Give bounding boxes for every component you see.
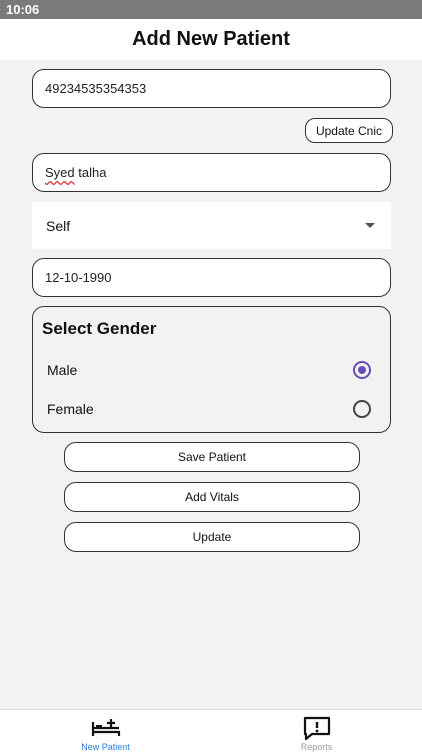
dob-input[interactable]	[45, 270, 390, 285]
update-button[interactable]: Update	[64, 522, 360, 552]
status-bar: 10:06	[0, 0, 422, 19]
bottom-nav: New Patient Reports	[0, 709, 422, 752]
bed-plus-icon	[91, 716, 121, 740]
save-patient-button[interactable]: Save Patient	[64, 442, 360, 472]
app-bar: Add New Patient	[0, 19, 422, 60]
gender-option-label: Female	[47, 401, 94, 417]
nav-item-new-patient[interactable]: New Patient	[0, 710, 211, 752]
name-first-word: Syed	[45, 165, 75, 180]
name-field[interactable]: Syed talha	[32, 153, 391, 192]
gender-option-label: Male	[47, 362, 78, 378]
page-title: Add New Patient	[132, 28, 290, 50]
gender-title: Select Gender	[42, 319, 157, 338]
gender-option-female[interactable]: Female	[47, 395, 377, 423]
relation-selected-value: Self	[46, 217, 71, 234]
add-vitals-button[interactable]: Add Vitals	[64, 482, 360, 512]
gender-option-male[interactable]: Male	[47, 356, 377, 384]
name-rest: talha	[74, 165, 107, 180]
update-cnic-button[interactable]: Update Cnic	[305, 118, 393, 143]
name-value: Syed talha	[45, 165, 106, 180]
radio-unchecked-icon[interactable]	[353, 400, 371, 418]
report-alert-icon	[302, 716, 332, 741]
cnic-input[interactable]	[45, 81, 390, 96]
relation-dropdown[interactable]: Self	[32, 202, 391, 249]
nav-item-reports[interactable]: Reports	[211, 710, 422, 752]
dropdown-caret-icon	[365, 223, 375, 228]
status-time: 10:06	[6, 2, 40, 17]
radio-checked-icon[interactable]	[353, 361, 371, 379]
dob-field[interactable]	[32, 258, 391, 297]
cnic-field[interactable]	[32, 69, 391, 108]
gender-card: Select Gender Male Female	[32, 306, 391, 433]
